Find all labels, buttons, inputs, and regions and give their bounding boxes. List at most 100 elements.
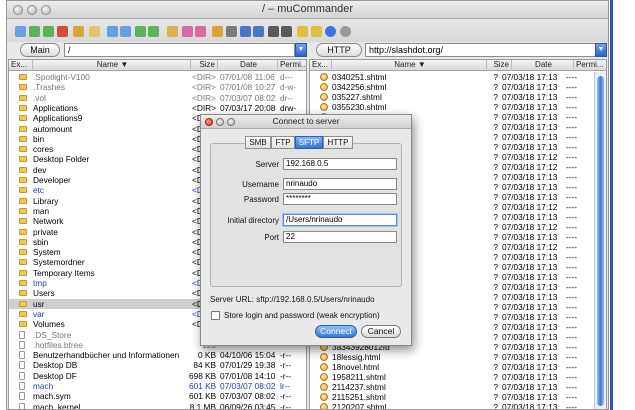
table-row[interactable]: 18novel.html? 07/03/18 17:13 ---- (310, 362, 593, 372)
right-header-date[interactable]: Date (512, 60, 574, 71)
cell-perm: lr-- (280, 381, 291, 391)
username-input[interactable]: nrinaudo (283, 178, 397, 190)
right-path-dropdown-button[interactable]: ▼ (595, 43, 607, 57)
table-row[interactable]: 035227.shtml? 07/03/18 17:13 ---- (310, 92, 593, 102)
sync-icon[interactable] (148, 26, 159, 37)
cell-date: 06/09/26 03:45 (220, 401, 276, 410)
cell-size: ? (493, 402, 498, 410)
left-header-name[interactable]: Name ▼ (33, 60, 191, 71)
cancel-button[interactable]: Cancel (361, 325, 401, 338)
cell-perm: ---- (566, 262, 578, 272)
cell-perm: ---- (566, 142, 578, 152)
unmark-icon[interactable] (120, 26, 131, 37)
table-row[interactable]: 0355230.shtml? 07/03/18 17:13 ---- (310, 102, 593, 112)
left-header-perm[interactable]: Permi... (278, 60, 306, 71)
cell-name: 2120207.shtml (332, 402, 387, 410)
new-window-icon[interactable] (15, 26, 26, 37)
dialog-title-bar[interactable]: Connect to server (201, 115, 411, 129)
cell-name: 18novel.html (332, 362, 380, 372)
stop-icon[interactable] (57, 26, 68, 37)
right-header-name[interactable]: Name ▼ (332, 60, 487, 71)
folder-icon (19, 300, 27, 307)
pack-icon[interactable] (253, 26, 264, 37)
table-row[interactable]: mach_kernel 8.1 MB 06/09/26 03:45 -r-- (9, 401, 306, 410)
folder-icon (19, 280, 27, 286)
cell-size: 0 KB (198, 350, 216, 361)
table-row[interactable]: Benutzerhandbücher und Informationen 0 KB… (9, 350, 306, 360)
right-header-perm[interactable]: Permi... (574, 60, 606, 71)
web-file-icon (320, 93, 328, 101)
swap-icon[interactable] (135, 26, 146, 37)
console-icon[interactable] (281, 26, 292, 37)
left-column-header: Ex... Name ▼ Size Date Permi... (9, 60, 306, 71)
tab-smb[interactable]: SMB (245, 136, 271, 149)
table-row[interactable]: Desktop DB 84 KB 07/01/29 19:38 -r-- (9, 360, 306, 370)
cell-size: 8.1 MB (189, 401, 216, 410)
home-icon[interactable] (89, 26, 100, 37)
table-row[interactable]: .Spotlight-V100 <DIR> 07/01/08 11:06 d--- (9, 72, 306, 82)
right-scrollbar[interactable] (594, 72, 606, 409)
run-icon[interactable] (297, 26, 308, 37)
password-input[interactable]: ******** (283, 193, 397, 205)
back-icon[interactable] (29, 26, 40, 37)
left-header-ext[interactable]: Ex... (9, 60, 33, 71)
right-location-button[interactable]: HTTP (316, 43, 362, 57)
unpack-icon[interactable] (268, 26, 279, 37)
left-path-field[interactable]: / (64, 43, 295, 57)
compare-icon[interactable] (167, 26, 178, 37)
disconnect-icon[interactable] (226, 26, 237, 37)
cell-date: 07/03/18 17:12 (502, 202, 558, 212)
table-row[interactable]: .Trashes <DIR> 07/01/08 10:27 d-w- (9, 82, 306, 92)
mark-icon[interactable] (107, 26, 118, 37)
table-row[interactable]: 18lessig.html? 07/03/18 17:13 ---- (310, 352, 593, 362)
table-row[interactable]: 2114237.shtml? 07/03/18 17:13 ---- (310, 382, 593, 392)
right-header-size[interactable]: Size (487, 60, 512, 71)
cell-size: ? (493, 192, 498, 202)
port-input[interactable]: 22 (283, 231, 397, 243)
bookmark-add-icon[interactable] (195, 26, 206, 37)
table-row[interactable]: mach 601 KB 07/03/07 08:02 lr-- (9, 381, 306, 391)
left-path-dropdown-button[interactable]: ▼ (295, 43, 307, 57)
cell-name: .hotfiles.btree (33, 339, 83, 350)
right-scrollbar-thumb[interactable] (597, 76, 604, 406)
bookmark-icon[interactable] (182, 26, 193, 37)
table-row[interactable]: 2115251.shtml? 07/03/18 17:13 ---- (310, 392, 593, 402)
cell-perm: dr-- (280, 92, 293, 103)
cell-perm: ---- (566, 162, 578, 172)
left-header-size[interactable]: Size (191, 60, 218, 71)
prefs-icon[interactable] (311, 26, 322, 37)
cell-perm: ---- (566, 172, 578, 182)
connect-icon[interactable] (212, 26, 223, 37)
table-row[interactable]: 0340251.shtml? 07/03/18 17:13 ---- (310, 72, 593, 82)
info-icon[interactable] (325, 26, 336, 37)
tab-ftp[interactable]: FTP (271, 136, 295, 149)
email-icon[interactable] (240, 26, 251, 37)
table-row[interactable]: mach.sym 601 KB 07/03/07 08:02 -r-- (9, 391, 306, 401)
cell-date: 07/03/18 17:13 (502, 342, 558, 352)
server-input[interactable]: 192.168.0.5 (283, 158, 397, 170)
title-bar[interactable]: / – muCommander (7, 1, 608, 19)
store-login-label[interactable]: Store login and password (weak encryptio… (224, 311, 380, 320)
file-icon (19, 402, 25, 409)
help-icon[interactable] (340, 26, 351, 37)
forward-icon[interactable] (43, 26, 54, 37)
right-path-field[interactable]: http://slashdot.org/ (365, 43, 597, 57)
store-login-checkbox[interactable] (211, 311, 220, 320)
table-row[interactable]: .vol <DIR> 07/03/07 08:02 dr-- (9, 93, 306, 103)
tab-sftp[interactable]: SFTP (295, 136, 323, 149)
right-header-ext[interactable]: Ex... (310, 60, 332, 71)
connect-button[interactable]: Connect (315, 325, 357, 338)
left-location-button[interactable]: Main (20, 43, 60, 57)
cell-date: 07/03/18 17:13 (502, 252, 558, 262)
table-row[interactable]: 0342256.shtml? 07/03/18 17:13 ---- (310, 82, 593, 92)
cell-size: ? (493, 292, 498, 302)
table-row[interactable]: Desktop DF 698 KB 07/01/08 14:10 -r-- (9, 371, 306, 381)
initial-directory-input[interactable]: /Users/nrinaudo (283, 214, 397, 226)
refresh-icon[interactable] (73, 26, 84, 37)
cell-perm: ---- (566, 302, 578, 312)
tab-http[interactable]: HTTP (323, 136, 353, 149)
table-row[interactable]: Applications <DIR> 07/03/17 20:08 drw- (9, 103, 306, 113)
table-row[interactable]: 1958211.shtml? 07/03/18 17:13 ---- (310, 372, 593, 382)
table-row[interactable]: 2120207.shtml? 07/03/18 17:13 ---- (310, 402, 593, 410)
left-header-date[interactable]: Date (218, 60, 278, 71)
